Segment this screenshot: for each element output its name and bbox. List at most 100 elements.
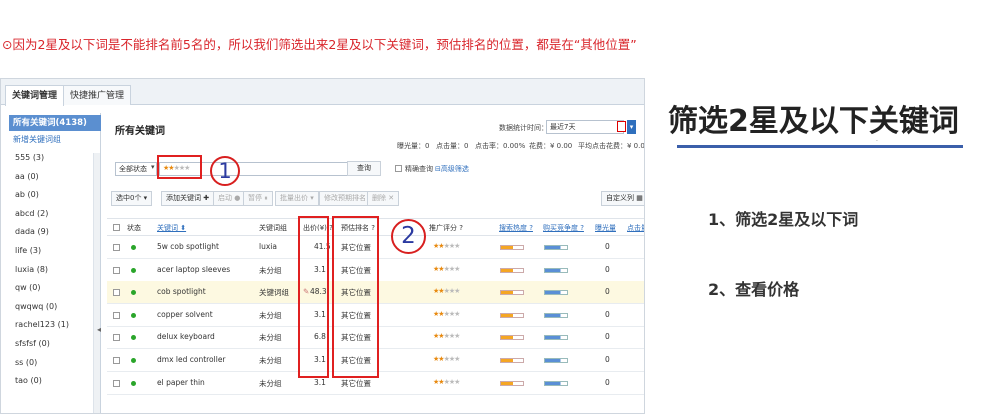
exact-query-label: 精确查询 bbox=[405, 165, 433, 173]
col-exposure[interactable]: 曝光量 bbox=[595, 223, 616, 233]
sidebar-group-item[interactable]: luxia (8) bbox=[15, 265, 48, 274]
competition-bar bbox=[544, 245, 568, 250]
search-heat-bar bbox=[500, 245, 524, 250]
group-cell: 未分组 bbox=[259, 333, 282, 343]
exact-query-checkbox[interactable] bbox=[395, 165, 402, 172]
search-heat-bar bbox=[500, 335, 524, 341]
competition-bar bbox=[544, 380, 568, 386]
query-button[interactable]: 查询 bbox=[347, 161, 381, 176]
col-competition[interactable]: 购买竞争度 ? bbox=[543, 223, 584, 233]
col-score: 推广评分 ? bbox=[429, 224, 463, 232]
sidebar-group-item[interactable]: qwqwq (0) bbox=[15, 302, 57, 311]
annotation-circle-1: 1 bbox=[210, 156, 240, 186]
competition-bar bbox=[544, 290, 568, 296]
calendar-icon[interactable] bbox=[617, 121, 626, 132]
col-search-heat[interactable]: 搜索热度 ? bbox=[499, 223, 533, 233]
keyword-cell: delux keyboard bbox=[157, 332, 215, 342]
bid-column-highlight bbox=[298, 216, 329, 378]
competition-bar bbox=[544, 358, 568, 363]
sidebar-group-item[interactable]: life (3) bbox=[15, 246, 41, 255]
group-cell: 未分组 bbox=[259, 265, 282, 275]
keyword-cell: dmx led controller bbox=[157, 355, 226, 364]
stat-cost: 花费：¥ 0.00 bbox=[529, 142, 573, 150]
sidebar-group-item[interactable]: tao (0) bbox=[15, 376, 42, 385]
sidebar-group-item[interactable]: sfsfsf (0) bbox=[15, 339, 50, 348]
row-checkbox[interactable] bbox=[113, 266, 120, 274]
exposure-cell: 0 bbox=[605, 309, 610, 319]
col-clicks[interactable]: 点击量 bbox=[627, 223, 644, 233]
keyword-cell: acer laptop sleeves bbox=[157, 264, 231, 274]
score-stars: ★★★★★ bbox=[433, 287, 460, 296]
page-title: 所有关键词 bbox=[115, 126, 165, 137]
advanced-filter-link[interactable]: ⊟高级筛选 bbox=[435, 164, 469, 174]
competition-bar bbox=[544, 335, 568, 341]
search-heat-bar bbox=[500, 267, 524, 273]
sidebar-scrollbar[interactable] bbox=[93, 153, 100, 413]
sidebar-group-item[interactable]: 555 (3) bbox=[15, 153, 44, 162]
keyword-cell: el paper thin bbox=[157, 377, 205, 387]
keyword-cell: 5w cob spotlight bbox=[157, 242, 219, 251]
row-checkbox[interactable] bbox=[113, 334, 120, 342]
keyword-group-sidebar: 所有关键词(4138) 新增关键词组 555 (3) aa (0) ab (0) ab… bbox=[1, 113, 101, 413]
row-checkbox[interactable] bbox=[113, 244, 120, 251]
group-cell: 未分组 bbox=[259, 310, 282, 320]
tab-quick-promotion[interactable]: 快捷推广管理 bbox=[63, 85, 132, 105]
competition-bar bbox=[544, 312, 568, 318]
status-select-arrow-icon[interactable]: ▾ bbox=[151, 163, 155, 171]
star-filter-highlight bbox=[157, 155, 202, 179]
score-stars: ★★★★★ bbox=[433, 377, 460, 386]
date-label: 数据统计时间： bbox=[499, 124, 548, 132]
title-underline bbox=[677, 145, 963, 148]
score-stars: ★★★★★ bbox=[433, 355, 460, 363]
new-group-link[interactable]: 新增关键词组 bbox=[13, 134, 61, 145]
exposure-cell: 0 bbox=[605, 332, 610, 342]
caption-text: ⊙因为2星及以下词是不能排名前5名的，所以我们筛选出来2星及以下关键词，预估排名… bbox=[2, 37, 637, 52]
sidebar-group-item[interactable]: dada (9) bbox=[15, 227, 49, 236]
keyword-cell: copper solvent bbox=[157, 309, 213, 319]
bulk-bid-button[interactable]: 批量出价 ▾ bbox=[275, 191, 319, 206]
row-checkbox[interactable] bbox=[113, 379, 120, 387]
sidebar-group-item[interactable]: abcd (2) bbox=[15, 209, 48, 218]
sidebar-group-item[interactable]: qw (0) bbox=[15, 283, 41, 292]
date-range-select[interactable]: 最近7天 bbox=[546, 120, 624, 134]
pause-button[interactable]: 暂停 ⏸ bbox=[243, 191, 273, 206]
status-active-icon bbox=[131, 267, 136, 273]
group-cell: 未分组 bbox=[259, 356, 282, 365]
delete-button[interactable]: 删除 ✕ bbox=[367, 191, 400, 206]
group-cell: 未分组 bbox=[259, 378, 282, 388]
sidebar-group-item[interactable]: ss (0) bbox=[15, 358, 37, 367]
row-checkbox[interactable] bbox=[113, 289, 120, 297]
exposure-cell: 0 bbox=[605, 242, 610, 251]
exposure-cell: 0 bbox=[605, 264, 610, 274]
annotation-circle-2: 2 bbox=[391, 219, 426, 254]
exposure-cell: 0 bbox=[605, 377, 610, 387]
chevron-down-icon[interactable]: ▾ bbox=[627, 120, 636, 134]
start-button[interactable]: 启动 ● bbox=[213, 191, 246, 206]
bid-cell[interactable]: 3.1 bbox=[314, 378, 326, 387]
rank-cell: 其它位置 bbox=[341, 378, 371, 388]
select-all-checkbox[interactable] bbox=[113, 224, 120, 231]
all-keywords-item[interactable]: 所有关键词(4138) bbox=[9, 115, 101, 131]
custom-columns-button[interactable]: 自定义列 ▦ bbox=[601, 191, 644, 206]
underline-tick: · bbox=[876, 138, 878, 145]
exposure-cell: 0 bbox=[605, 287, 610, 297]
step-2: 2、查看价格 bbox=[708, 280, 800, 299]
group-cell: 关键词组 bbox=[259, 288, 289, 298]
collapse-arrow-icon[interactable]: ◂ bbox=[97, 325, 101, 334]
add-keyword-button[interactable]: 添加关键词 ✚ bbox=[161, 191, 215, 206]
col-keyword[interactable]: 关键词 ⬍ bbox=[157, 223, 186, 233]
score-stars: ★★★★★ bbox=[433, 264, 460, 273]
row-checkbox[interactable] bbox=[113, 311, 120, 319]
col-group: 关键词组 bbox=[259, 224, 287, 232]
sidebar-group-item[interactable]: aa (0) bbox=[15, 172, 39, 181]
row-checkbox[interactable] bbox=[113, 357, 120, 364]
rank-column-highlight bbox=[332, 216, 379, 378]
tab-keyword-management[interactable]: 关键词管理 bbox=[5, 85, 65, 106]
score-stars: ★★★★★ bbox=[433, 309, 460, 318]
status-active-icon bbox=[131, 380, 136, 386]
stat-avg-cpc: 平均点击花费：¥ 0.00 bbox=[578, 142, 645, 150]
sidebar-group-item[interactable]: ab (0) bbox=[15, 190, 39, 199]
exposure-cell: 0 bbox=[605, 355, 610, 364]
sidebar-group-item[interactable]: rachel123 (1) bbox=[15, 320, 69, 329]
select-count-button[interactable]: 选中0个 ▾ bbox=[111, 191, 153, 206]
